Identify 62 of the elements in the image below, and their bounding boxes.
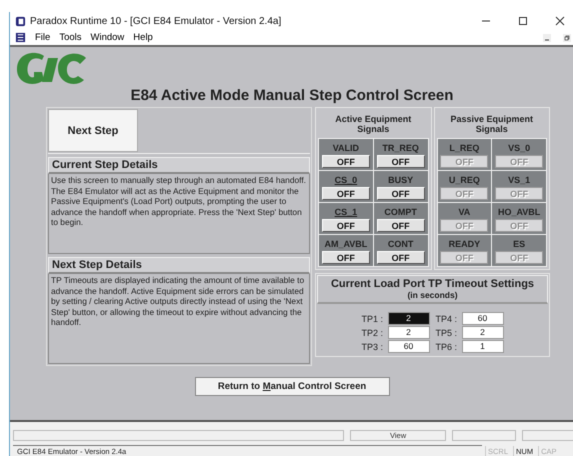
details-text: TP Timeouts are displayed indicating the amount of time available to advance the handoff. Active Equipment side errors can be simulated by setting / clearing Active outputs directly instead of using the 'Next Step' button, or allowing the timeout to expire without advancing the handoff. (48, 274, 310, 364)
signal-toggle[interactable]: OFF (322, 187, 370, 200)
signal-name: VS_1 (508, 175, 530, 185)
close-icon[interactable] (555, 16, 565, 26)
field-label: TP1 : (362, 314, 384, 324)
status-pane (522, 430, 573, 441)
maximize-icon[interactable] (518, 16, 528, 26)
next-step-button[interactable]: Next Step (48, 109, 138, 152)
return-button[interactable]: Return to Manual Control Screen (194, 377, 390, 396)
signal-name: READY (448, 239, 480, 249)
signal-name: AM_AVBL (324, 239, 368, 249)
document-icon (15, 32, 26, 43)
menu-item[interactable]: File (35, 32, 50, 43)
field-label: TP5 : (436, 328, 458, 338)
field-label: TP2 : (362, 328, 384, 338)
window-title: Paradox Runtime 10 - [GCI E84 Emulator - Version 2.4a] (30, 16, 282, 26)
field-label: TP4 : (436, 314, 458, 324)
restore-icon[interactable] (563, 34, 571, 42)
signal-name: VA (458, 207, 470, 217)
signal-name: TR_REQ (382, 143, 419, 153)
menu-item[interactable]: Help (133, 32, 153, 43)
app-icon (15, 16, 26, 26)
signal-name: L_REQ (449, 143, 480, 153)
signal-toggle[interactable]: OFF (322, 251, 370, 264)
field-label: TP3 : (362, 342, 384, 352)
signal-name: CS_0 (334, 175, 358, 185)
signal-name: BUSY (388, 175, 414, 185)
timeout-field[interactable]: 2 (388, 312, 430, 325)
signal-name: VALID (332, 143, 360, 153)
signal-name: ES (513, 239, 526, 249)
panel-title: Current Load Port TP Timeout Settings (330, 278, 534, 290)
details-text: Use this screen to manually step through an automated E84 handoff. The E84 Emulator will act as the Active Equipment and monitor the Passive Equipment's (Load Port) outputs, prompting the user to advance the handoff when appropriate. Press the 'Next Step' button to begin. (48, 174, 310, 254)
timeout-field[interactable]: 60 (388, 340, 430, 353)
minimize-icon[interactable] (543, 34, 551, 42)
section-header: Next Step Details (48, 257, 310, 274)
panel-title: Active Equipment (335, 114, 412, 124)
timeout-field[interactable]: 2 (462, 326, 504, 339)
panel-subtitle: (in seconds) (407, 290, 458, 300)
panel-title: Passive Equipment (450, 114, 534, 124)
timeout-field[interactable]: 1 (462, 340, 504, 353)
signal-toggle[interactable]: OFF (322, 219, 370, 232)
signal-toggle[interactable]: OFF (376, 187, 425, 200)
signal-name: HO_AVBL (498, 207, 540, 217)
signal-name: COMPT (384, 207, 417, 217)
signal-name: U_REQ (448, 175, 480, 185)
signal-name: VS_0 (508, 143, 530, 153)
signal-toggle[interactable]: OFF (322, 155, 370, 168)
signal-toggle[interactable]: OFF (376, 155, 425, 168)
timeout-field[interactable]: 2 (388, 326, 430, 339)
section-header: Current Step Details (48, 157, 310, 174)
menu-item[interactable]: Window (90, 32, 124, 43)
signal-name: CS_1 (334, 207, 358, 217)
menu-item[interactable]: Tools (59, 32, 82, 43)
signal-name: CONT (388, 239, 414, 249)
signal-toggle[interactable]: OFF (376, 251, 425, 264)
panel-subtitle: Signals (476, 124, 508, 134)
status-pane (452, 430, 516, 441)
field-label: TP6 : (436, 342, 458, 352)
screen-heading: E84 Active Mode Manual Step Control Screen (130, 87, 454, 104)
signal-toggle[interactable]: OFF (376, 219, 425, 232)
panel-subtitle: Signals (357, 124, 390, 134)
timeout-field[interactable]: 60 (462, 312, 504, 325)
